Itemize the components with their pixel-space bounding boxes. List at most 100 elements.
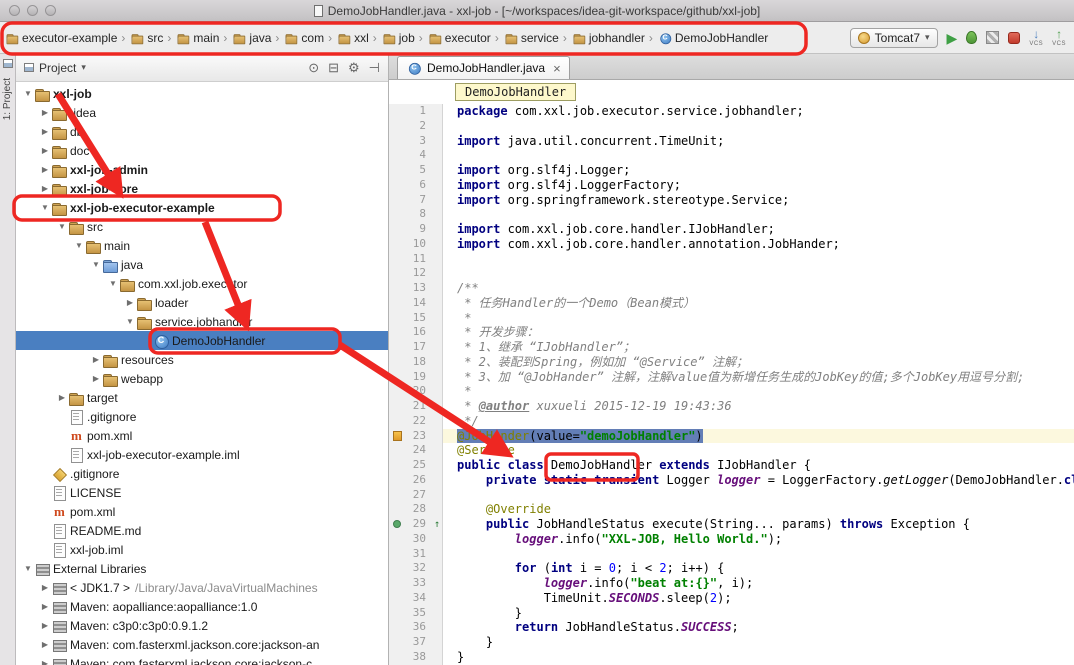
gutter-cell[interactable]: 15: [389, 311, 443, 326]
tree-item[interactable]: ▶xxl-job-admin: [16, 160, 388, 179]
gutter-cell[interactable]: 25: [389, 458, 443, 473]
chevron-right-icon[interactable]: ▶: [39, 127, 51, 136]
chevron-right-icon[interactable]: ▶: [90, 355, 102, 364]
code-line[interactable]: 14 * 任务Handler的一个Demo（Bean模式）: [389, 296, 1074, 311]
code-line[interactable]: 1package com.xxl.job.executor.service.jo…: [389, 104, 1074, 119]
code-line[interactable]: 13/**: [389, 281, 1074, 296]
chevron-right-icon[interactable]: ▶: [39, 621, 51, 630]
gutter-cell[interactable]: 27: [389, 488, 443, 503]
code-line[interactable]: 27: [389, 488, 1074, 503]
code-line[interactable]: 37 }: [389, 635, 1074, 650]
code-line[interactable]: 25public class DemoJobHandler extends IJ…: [389, 458, 1074, 473]
project-view-selector[interactable]: Project ▾: [24, 61, 86, 75]
code-line[interactable]: 18 * 2、装配到Spring，例如加 “@Service” 注解；: [389, 355, 1074, 370]
tree-item[interactable]: ▼java: [16, 255, 388, 274]
breadcrumb-item[interactable]: src: [127, 28, 165, 48]
tree-item[interactable]: ▶< JDK1.7 >/Library/Java/JavaVirtualMach…: [16, 578, 388, 597]
chevron-down-icon[interactable]: ▼: [22, 89, 34, 98]
gutter-cell[interactable]: 9: [389, 222, 443, 237]
code-line[interactable]: 15 *: [389, 311, 1074, 326]
tree-item[interactable]: xxl-job-executor-example.iml: [16, 445, 388, 464]
breadcrumb-item[interactable]: job: [379, 28, 417, 48]
scope-icon[interactable]: ⊙: [308, 61, 319, 74]
code-line[interactable]: 4: [389, 148, 1074, 163]
vcs-update-button[interactable]: ↓ VCS: [1029, 28, 1043, 47]
gutter-cell[interactable]: 14: [389, 296, 443, 311]
tree-item[interactable]: ▼service.jobhandler: [16, 312, 388, 331]
code-line[interactable]: 30 logger.info("XXL-JOB, Hello World.");: [389, 532, 1074, 547]
breadcrumb-item[interactable]: xxl: [334, 28, 371, 48]
code-line[interactable]: 12: [389, 266, 1074, 281]
chevron-down-icon[interactable]: ▼: [73, 241, 85, 250]
code-line[interactable]: 17 * 1、继承 “IJobHandler”；: [389, 340, 1074, 355]
tool-window-icon[interactable]: [3, 59, 13, 68]
gutter-cell[interactable]: 4: [389, 148, 443, 163]
gutter-cell[interactable]: 1: [389, 104, 443, 119]
tree-item[interactable]: ▶.idea: [16, 103, 388, 122]
tree-item[interactable]: ▶target: [16, 388, 388, 407]
gutter-cell[interactable]: 18: [389, 355, 443, 370]
gutter-cell[interactable]: 31: [389, 547, 443, 562]
code-line[interactable]: 33 logger.info("beat at:{}", i);: [389, 576, 1074, 591]
code-line[interactable]: 34 TimeUnit.SECONDS.sleep(2);: [389, 591, 1074, 606]
breadcrumb-item[interactable]: executor-example: [2, 28, 119, 48]
gutter-cell[interactable]: 26: [389, 473, 443, 488]
gutter-cell[interactable]: 11: [389, 252, 443, 267]
tree-item[interactable]: README.md: [16, 521, 388, 540]
gutter-cell[interactable]: 34: [389, 591, 443, 606]
breadcrumb-item[interactable]: main: [173, 28, 221, 48]
code-line[interactable]: 32 for (int i = 0; i < 2; i++) {: [389, 561, 1074, 576]
tree-item[interactable]: .gitignore: [16, 407, 388, 426]
breadcrumb-item[interactable]: service: [501, 28, 561, 48]
code-line[interactable]: 5import org.slf4j.Logger;: [389, 163, 1074, 178]
chevron-right-icon[interactable]: ▶: [39, 583, 51, 592]
chevron-right-icon[interactable]: ▶: [39, 184, 51, 193]
gutter-cell[interactable]: 2: [389, 119, 443, 134]
tree-item[interactable]: xxl-job.iml: [16, 540, 388, 559]
chevron-down-icon[interactable]: ▼: [22, 564, 34, 573]
tree-item[interactable]: ▼src: [16, 217, 388, 236]
tree-item[interactable]: ▶db: [16, 122, 388, 141]
code-line[interactable]: 28 @Override: [389, 502, 1074, 517]
gutter-cell[interactable]: 5: [389, 163, 443, 178]
gutter-cell[interactable]: 7: [389, 193, 443, 208]
code-line[interactable]: 3import java.util.concurrent.TimeUnit;: [389, 134, 1074, 149]
project-tool-button[interactable]: 1: Project: [2, 78, 13, 120]
tree-item[interactable]: ▶resources: [16, 350, 388, 369]
chevron-down-icon[interactable]: ▼: [39, 203, 51, 212]
breadcrumb-chip[interactable]: DemoJobHandler: [455, 83, 576, 101]
chevron-right-icon[interactable]: ▶: [90, 374, 102, 383]
tree-item[interactable]: ▶loader: [16, 293, 388, 312]
tree-item[interactable]: ▶webapp: [16, 369, 388, 388]
gutter-cell[interactable]: 16: [389, 325, 443, 340]
gutter-cell[interactable]: 20: [389, 384, 443, 399]
chevron-right-icon[interactable]: ▶: [39, 659, 51, 665]
chevron-right-icon[interactable]: ▶: [39, 640, 51, 649]
code-line[interactable]: 16 * 开发步骤：: [389, 325, 1074, 340]
tree-item[interactable]: ▶Maven: c3p0:c3p0:0.9.1.2: [16, 616, 388, 635]
code-line[interactable]: 6import org.slf4j.LoggerFactory;: [389, 178, 1074, 193]
tree-item[interactable]: ▶Maven: com.fasterxml.jackson.core:jacks…: [16, 654, 388, 665]
code-line[interactable]: 2: [389, 119, 1074, 134]
collapse-all-icon[interactable]: ⊟: [328, 61, 339, 74]
code-line[interactable]: 24@Service: [389, 443, 1074, 458]
breadcrumb-item[interactable]: com: [281, 28, 326, 48]
gutter-cell[interactable]: 6: [389, 178, 443, 193]
code-line[interactable]: 38}: [389, 650, 1074, 665]
stop-button[interactable]: [1008, 32, 1020, 44]
tree-item[interactable]: ▶xxl-job-core: [16, 179, 388, 198]
run-button[interactable]: ▶: [947, 31, 958, 45]
code-line[interactable]: 26 private static transient Logger logge…: [389, 473, 1074, 488]
vcs-commit-button[interactable]: ↑ VCS: [1052, 28, 1066, 47]
tree-item[interactable]: pom.xml: [16, 502, 388, 521]
code-line[interactable]: 11: [389, 252, 1074, 267]
gutter-cell[interactable]: 8: [389, 207, 443, 222]
gutter-cell[interactable]: 28: [389, 502, 443, 517]
gutter-cell[interactable]: 30: [389, 532, 443, 547]
gutter-cell[interactable]: 24: [389, 443, 443, 458]
chevron-right-icon[interactable]: ▶: [39, 165, 51, 174]
code-line[interactable]: 21 * @author xuxueli 2015-12-19 19:43:36: [389, 399, 1074, 414]
tree-item[interactable]: DemoJobHandler: [16, 331, 388, 350]
minimize-button[interactable]: [27, 5, 38, 16]
tree-item[interactable]: ▶Maven: aopalliance:aopalliance:1.0: [16, 597, 388, 616]
